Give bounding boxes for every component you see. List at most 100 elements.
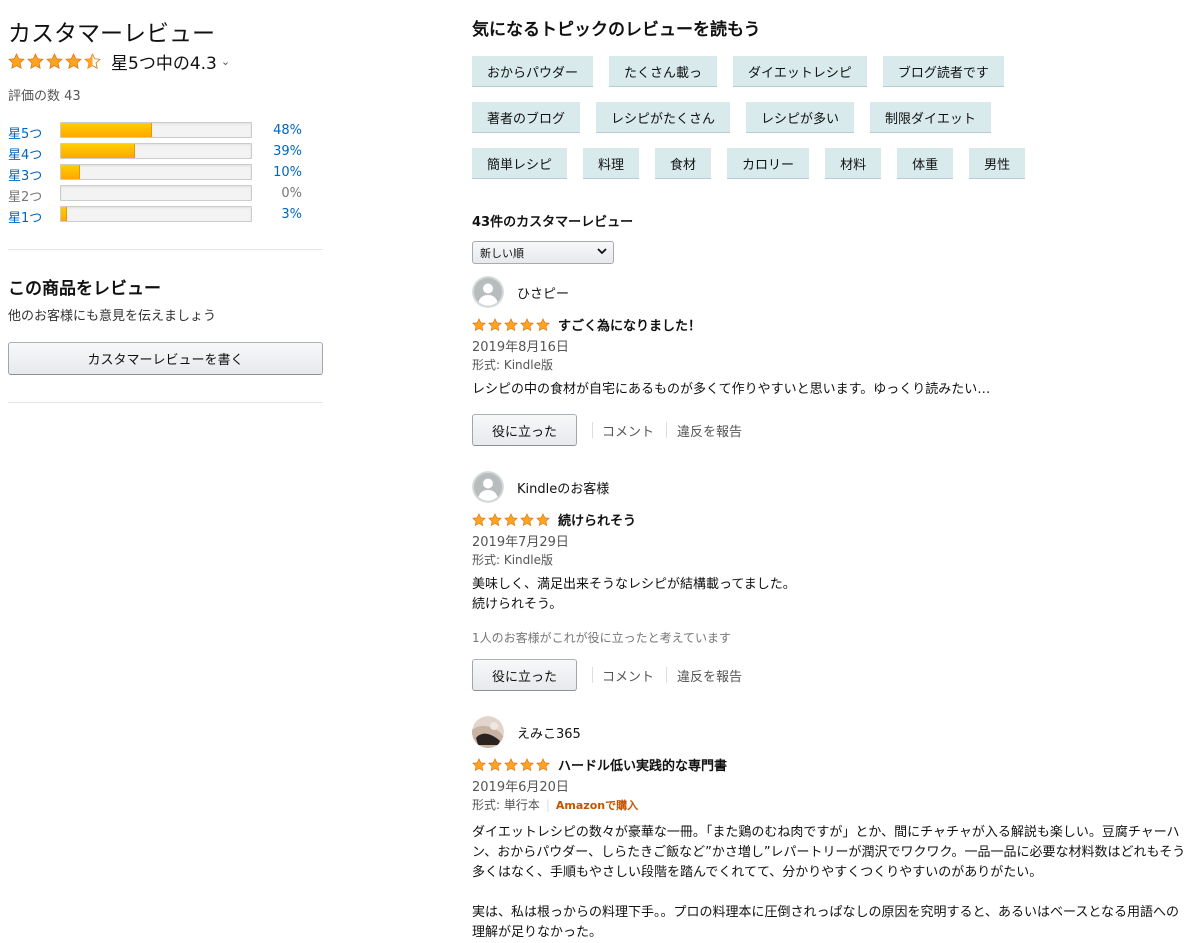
review-title-row[interactable]: すごく為になりました！ — [472, 315, 701, 334]
histogram-label[interactable]: 星3つ — [8, 165, 42, 184]
histogram-bar[interactable] — [60, 206, 252, 222]
helpful-button[interactable]: 役に立った — [472, 659, 577, 691]
histogram-fill — [61, 207, 67, 221]
topic-row: 簡単レシピ 料理 食材 カロリー 材料 体重 男性 — [472, 148, 1041, 179]
review-date: 2019年8月16日 — [472, 340, 569, 355]
star-icon — [488, 758, 502, 772]
review-body-line: 続けられそう。 — [472, 597, 563, 612]
star-icon — [504, 318, 518, 332]
topic-chip[interactable]: 著者のブログ — [472, 102, 581, 133]
star-icon — [536, 758, 550, 772]
star-icon — [488, 513, 502, 527]
helpful-button[interactable]: 役に立った — [472, 414, 577, 446]
star-icon — [504, 758, 518, 772]
review-title[interactable]: ハードル低い実践的な専門書 — [558, 755, 727, 774]
review-title[interactable]: すごく為になりました！ — [558, 315, 701, 334]
topic-chip[interactable]: たくさん載っ — [609, 56, 718, 87]
histogram-row-1[interactable]: 星1つ 3% — [8, 206, 308, 227]
star-icon — [504, 513, 518, 527]
divider — [8, 249, 323, 250]
write-review-subtitle: 他のお客様にも意見を伝えましょう — [8, 309, 217, 324]
separator — [666, 422, 668, 438]
average-rating-row[interactable]: 星5つ中の4.3 ⌄ — [8, 50, 230, 74]
separator — [592, 422, 593, 438]
histogram-row-3[interactable]: 星3つ 10% — [8, 164, 308, 185]
topic-chip[interactable]: 材料 — [825, 148, 882, 179]
star-icon — [46, 53, 63, 70]
average-stars — [8, 53, 103, 70]
histogram-row-2: 星2つ 0% — [8, 185, 308, 206]
divider — [8, 402, 323, 403]
write-review-title: この商品をレビュー — [8, 279, 161, 299]
review-body-line: 美味しく、満足出来そうなレシピが結構載ってました。 — [472, 577, 796, 592]
histogram-percent[interactable]: 10% — [273, 165, 302, 180]
report-abuse-link[interactable]: 違反を報告 — [677, 666, 742, 685]
comment-link[interactable]: コメント — [602, 666, 654, 685]
reviewer-profile[interactable]: ひさピー — [472, 276, 1192, 308]
report-abuse-link[interactable]: 違反を報告 — [677, 421, 742, 440]
review-title-row[interactable]: 続けられそう — [472, 510, 636, 529]
review-body: ダイエットレシピの数々が豪華な一冊。「また鶏のむね肉ですが」とか、間にチャチャが… — [472, 823, 1187, 943]
star-icon — [520, 513, 534, 527]
histogram-row-4[interactable]: 星4つ 39% — [8, 143, 308, 164]
histogram-percent[interactable]: 3% — [281, 207, 302, 222]
histogram-label: 星2つ — [8, 190, 43, 205]
reviewer-name[interactable]: Kindleのお客様 — [517, 478, 609, 497]
separator — [592, 667, 593, 683]
topic-chip[interactable]: ダイエットレシピ — [733, 56, 867, 87]
comment-link[interactable]: コメント — [602, 421, 654, 440]
star-icon — [520, 318, 534, 332]
review-item: えみこ365 ハードル低い実践的な専門書 2019年6月20日 形式: 単行本 |… — [472, 716, 1192, 940]
histogram-percent[interactable]: 48% — [273, 123, 302, 138]
sort-select[interactable]: 新しい順 — [472, 241, 614, 264]
review-format: 形式: Kindle版 — [472, 553, 554, 567]
histogram-bar[interactable] — [60, 143, 252, 159]
histogram-label[interactable]: 星5つ — [8, 123, 42, 142]
amazon-purchase-badge: Amazonで購入 — [555, 799, 639, 812]
chevron-down-icon[interactable]: ⌄ — [221, 55, 230, 68]
separator: | — [545, 798, 550, 812]
ratings-count: 評価の数 43 — [8, 89, 81, 104]
topic-chip[interactable]: 男性 — [969, 148, 1026, 179]
review-body: 美味しく、満足出来そうなレシピが結構載ってました。 続けられそう。 — [472, 575, 1187, 615]
histogram-label[interactable]: 星1つ — [8, 207, 42, 226]
sort-selected-value: 新しい順 — [480, 246, 524, 260]
histogram-bar — [60, 185, 252, 201]
review-date: 2019年7月29日 — [472, 535, 569, 550]
histogram-row-5[interactable]: 星5つ 48% — [8, 122, 308, 143]
topic-chip[interactable]: 簡単レシピ — [472, 148, 568, 179]
review-title-row[interactable]: ハードル低い実践的な専門書 — [472, 755, 727, 774]
histogram-bar[interactable] — [60, 122, 252, 138]
review-body: レシピの中の食材が自宅にあるものが多くて作りやすいと思います。ゆっくり読みたい… — [472, 382, 991, 397]
topic-chip[interactable]: おからパウダー — [472, 56, 594, 87]
histogram-percent: 0% — [281, 186, 302, 201]
histogram-bar[interactable] — [60, 164, 252, 180]
review-body-paragraph: ダイエットレシピの数々が豪華な一冊。「また鶏のむね肉ですが」とか、間にチャチャが… — [472, 825, 1186, 880]
star-icon — [472, 513, 486, 527]
reviewer-profile[interactable]: Kindleのお客様 — [472, 471, 1192, 503]
chevron-down-icon — [597, 248, 607, 255]
histogram-percent[interactable]: 39% — [273, 144, 302, 159]
star-icon — [488, 318, 502, 332]
topic-chip[interactable]: レシピがたくさん — [596, 102, 731, 133]
reviewer-name[interactable]: えみこ365 — [517, 723, 581, 742]
histogram-label[interactable]: 星4つ — [8, 144, 42, 163]
photo-avatar-icon — [472, 716, 504, 748]
topic-chip[interactable]: ブログ読者です — [882, 56, 1004, 87]
topic-row: 著者のブログ レシピがたくさん レシピが多い 制限ダイエット — [472, 102, 1007, 133]
topic-chip[interactable]: 食材 — [655, 148, 712, 179]
reviewer-name[interactable]: ひさピー — [517, 283, 569, 302]
topic-chip[interactable]: 体重 — [897, 148, 954, 179]
topic-chip[interactable]: 制限ダイエット — [870, 102, 991, 133]
write-review-button[interactable]: カスタマーレビューを書く — [8, 342, 323, 375]
reviewer-profile[interactable]: えみこ365 — [472, 716, 1192, 748]
star-icon — [472, 758, 486, 772]
topic-chip[interactable]: レシピが多い — [746, 102, 855, 133]
half-star-icon — [84, 53, 101, 70]
histogram-fill — [61, 165, 80, 179]
topic-chip[interactable]: カロリー — [727, 148, 810, 179]
topic-chip[interactable]: 料理 — [583, 148, 640, 179]
star-icon — [27, 53, 44, 70]
review-title[interactable]: 続けられそう — [558, 510, 636, 529]
